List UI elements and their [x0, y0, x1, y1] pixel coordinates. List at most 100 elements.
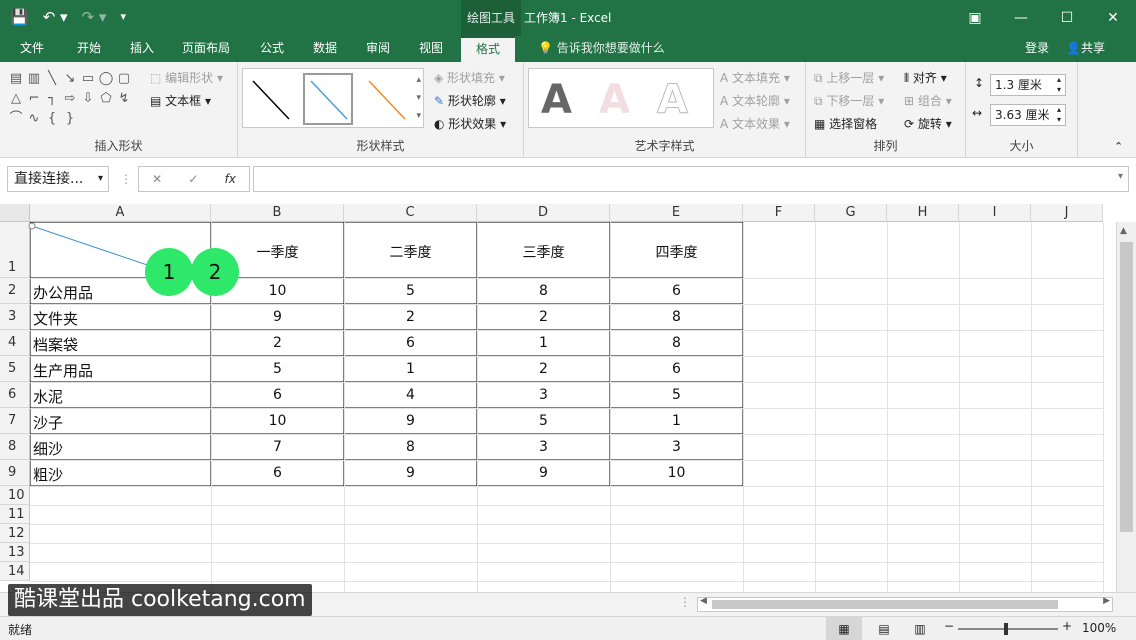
shape-effects-button[interactable]: ◐ 形状效果 ▾	[434, 115, 506, 132]
text-fill-button[interactable]: A 文本填充 ▾	[720, 69, 790, 86]
value-cell[interactable]: 9	[211, 309, 344, 325]
value-cell[interactable]: 9	[344, 465, 477, 481]
value-cell[interactable]: 6	[211, 465, 344, 481]
shape-option-icon[interactable]: ▥	[26, 70, 42, 88]
shape-option-icon[interactable]: △	[8, 90, 24, 108]
shape-style-gallery[interactable]: ▴ ▾ ▾	[242, 68, 424, 128]
shape-option-icon[interactable]: {	[44, 110, 60, 128]
row-header[interactable]: 13	[0, 543, 30, 562]
value-cell[interactable]: 6	[344, 335, 477, 351]
value-cell[interactable]: 10	[610, 465, 743, 481]
text-box-button[interactable]: ▤ 文本框 ▾	[150, 92, 211, 109]
shape-option-icon[interactable]: ▢	[116, 70, 132, 88]
zoom-level[interactable]: 100%	[1082, 621, 1116, 635]
row-header[interactable]: 8	[0, 434, 30, 460]
value-cell[interactable]: 5	[610, 387, 743, 403]
name-box-dropdown-icon[interactable]: ▾	[98, 167, 103, 191]
row-header[interactable]: 5	[0, 356, 30, 382]
expand-formula-icon[interactable]: ▾	[1118, 171, 1123, 182]
category-cell[interactable]: 文件夹	[33, 308, 78, 329]
shape-option-icon[interactable]: ⌒	[8, 110, 24, 128]
value-cell[interactable]: 3	[477, 387, 610, 403]
customize-icon[interactable]: ▾	[120, 6, 126, 28]
page-layout-icon[interactable]: ▤	[872, 617, 896, 640]
value-cell[interactable]: 2	[211, 335, 344, 351]
value-cell[interactable]: 8	[477, 283, 610, 299]
ribbon-display-icon[interactable]: ▣	[952, 0, 998, 36]
shape-fill-button[interactable]: ◈ 形状填充 ▾	[434, 69, 505, 86]
shape-option-icon[interactable]: ⬠	[98, 90, 114, 108]
tab-home[interactable]: 开始	[77, 36, 101, 62]
shape-option-icon[interactable]: ⇩	[80, 90, 96, 108]
value-cell[interactable]: 5	[211, 361, 344, 377]
shape-option-icon[interactable]: ⌐	[26, 90, 42, 108]
undo-icon[interactable]: ↶ ▾	[43, 6, 68, 28]
wordart-sample-1[interactable]: A	[541, 77, 572, 123]
text-effects-button[interactable]: A 文本效果 ▾	[720, 115, 790, 132]
share-button[interactable]: 👤共享	[1066, 36, 1105, 60]
shape-option-icon[interactable]: ╲	[44, 70, 60, 88]
zoom-in-icon[interactable]: +	[1062, 619, 1072, 633]
insert-function-icon[interactable]: fx	[225, 172, 236, 186]
cancel-icon[interactable]: ✕	[152, 172, 162, 186]
wordart-sample-3[interactable]: A	[657, 77, 689, 124]
rotate-button[interactable]: ⟳ 旋转 ▾	[904, 115, 952, 132]
value-cell[interactable]: 8	[610, 309, 743, 325]
tab-page-layout[interactable]: 页面布局	[182, 36, 230, 62]
save-icon[interactable]: 💾	[10, 6, 29, 28]
value-cell[interactable]: 6	[610, 283, 743, 299]
value-cell[interactable]: 1	[344, 361, 477, 377]
value-cell[interactable]: 6	[610, 361, 743, 377]
shape-option-icon[interactable]: ┐	[44, 90, 60, 108]
value-cell[interactable]: 9	[477, 465, 610, 481]
category-cell[interactable]: 粗沙	[33, 464, 63, 485]
category-cell[interactable]: 档案袋	[33, 334, 78, 355]
category-cell[interactable]: 细沙	[33, 438, 63, 459]
category-cell[interactable]: 沙子	[33, 412, 63, 433]
send-backward-button[interactable]: ⧉ 下移一层 ▾	[814, 92, 884, 109]
edit-shape-button[interactable]: ⬚ 编辑形状 ▾	[150, 69, 223, 86]
zoom-slider-thumb[interactable]	[1004, 623, 1008, 635]
value-cell[interactable]: 5	[344, 283, 477, 299]
row-header[interactable]: 9	[0, 460, 30, 486]
row-header[interactable]: 12	[0, 524, 30, 543]
row-header[interactable]: 1	[0, 222, 30, 278]
value-cell[interactable]: 3	[610, 439, 743, 455]
value-cell[interactable]: 2	[477, 309, 610, 325]
value-cell[interactable]: 2	[477, 361, 610, 377]
row-header[interactable]: 10	[0, 486, 30, 505]
column-header[interactable]: E	[610, 204, 743, 222]
row-header[interactable]: 11	[0, 505, 30, 524]
horizontal-scrollbar[interactable]: ◀ ▶	[697, 596, 1113, 612]
tell-me-box[interactable]: 💡 告诉我你想要做什么	[538, 36, 665, 60]
shape-height-input[interactable]: 1.3 厘米 ▴ ▾	[990, 74, 1066, 96]
shape-option-icon[interactable]: ⇨	[62, 90, 78, 108]
value-cell[interactable]: 1	[477, 335, 610, 351]
width-spinner-icon[interactable]: ▴ ▾	[1057, 105, 1061, 125]
name-box[interactable]: 直接连接... ▾	[7, 166, 109, 192]
style-thumb-black[interactable]	[245, 73, 295, 125]
formula-input[interactable]: ▾	[253, 166, 1129, 192]
tab-view[interactable]: 视图	[419, 36, 443, 62]
tab-review[interactable]: 审阅	[366, 36, 390, 62]
column-header[interactable]: B	[211, 204, 344, 222]
shape-option-icon[interactable]: ▤	[8, 70, 24, 88]
bring-forward-button[interactable]: ⧉ 上移一层 ▾	[814, 69, 884, 86]
enter-icon[interactable]: ✓	[188, 172, 198, 186]
maximize-icon[interactable]: ☐	[1044, 0, 1090, 36]
quarter-header-cell[interactable]: 三季度	[477, 242, 610, 262]
text-outline-button[interactable]: A 文本轮廓 ▾	[720, 92, 790, 109]
row-header[interactable]: 4	[0, 330, 30, 356]
value-cell[interactable]: 7	[211, 439, 344, 455]
close-icon[interactable]: ✕	[1090, 0, 1136, 36]
quarter-header-cell[interactable]: 二季度	[344, 242, 477, 262]
shape-outline-button[interactable]: ✎ 形状轮廓 ▾	[434, 92, 506, 109]
zoom-out-icon[interactable]: −	[944, 619, 954, 633]
shape-option-icon[interactable]: }	[62, 110, 78, 128]
zoom-slider[interactable]	[958, 628, 1058, 630]
group-objects-button[interactable]: ⊞ 组合 ▾	[904, 92, 952, 109]
shape-option-icon[interactable]: ▭	[80, 70, 96, 88]
shape-option-icon[interactable]: ↯	[116, 90, 132, 108]
wordart-gallery[interactable]: A A A	[528, 68, 714, 128]
value-cell[interactable]: 10	[211, 413, 344, 429]
